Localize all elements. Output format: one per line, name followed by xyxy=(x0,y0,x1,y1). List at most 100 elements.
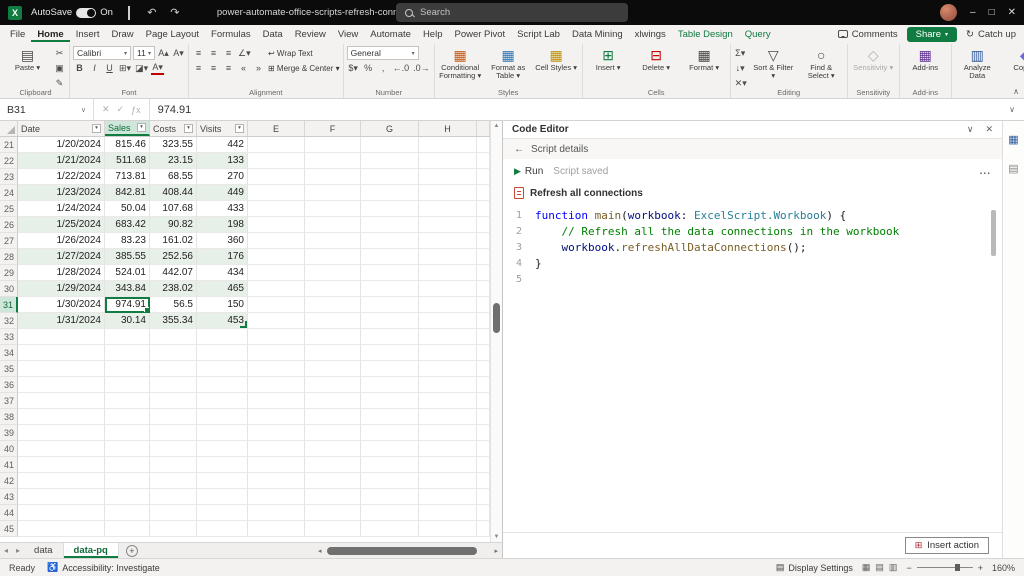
row-header-43[interactable]: 43 xyxy=(0,489,18,505)
cell-sales-33[interactable] xyxy=(105,329,150,345)
cell-costs-28[interactable]: 252.56 xyxy=(150,249,197,265)
cell-g-38[interactable] xyxy=(361,409,419,425)
cell-g-41[interactable] xyxy=(361,457,419,473)
cell-date-32[interactable]: 1/31/2024 xyxy=(18,313,105,329)
ribbon-combo-number-format[interactable]: General▾ xyxy=(347,46,419,60)
cell-date-25[interactable]: 1/24/2024 xyxy=(18,201,105,217)
sheet-nav-left-icon[interactable]: ◂ xyxy=(0,546,12,555)
cell-e-29[interactable] xyxy=(248,265,305,281)
cell-h-24[interactable] xyxy=(419,185,477,201)
filter-button-date[interactable]: ▾ xyxy=(92,124,101,133)
maximize-button[interactable]: □ xyxy=(989,7,995,18)
row-header-45[interactable]: 45 xyxy=(0,521,18,537)
cell-costs-27[interactable]: 161.02 xyxy=(150,233,197,249)
ribbon-button-conditional-formatting[interactable]: ▦Conditional Formatting ▾ xyxy=(438,46,483,81)
ribbon-icon-align-right[interactable]: ≡ xyxy=(222,62,235,75)
cell-h-31[interactable] xyxy=(419,297,477,313)
ribbon-button-delete[interactable]: ⊟Delete ▾ xyxy=(634,46,679,72)
cell-g-43[interactable] xyxy=(361,489,419,505)
cell-e-39[interactable] xyxy=(248,425,305,441)
row-header-39[interactable]: 39 xyxy=(0,425,18,441)
cell-h-37[interactable] xyxy=(419,393,477,409)
column-header-h[interactable]: H xyxy=(419,121,477,136)
cell-date-40[interactable] xyxy=(18,441,105,457)
cell-f-25[interactable] xyxy=(305,201,361,217)
ribbon-tab-table-design[interactable]: Table Design xyxy=(672,27,739,42)
cell-g-36[interactable] xyxy=(361,377,419,393)
cell-f-40[interactable] xyxy=(305,441,361,457)
page-layout-view-icon[interactable]: ▤ xyxy=(875,562,884,573)
cell-costs-34[interactable] xyxy=(150,345,197,361)
cell-costs-39[interactable] xyxy=(150,425,197,441)
ribbon-button-merge-center[interactable]: ⊞ Merge & Center ▾ xyxy=(268,62,340,75)
ribbon-tab-query[interactable]: Query xyxy=(739,27,777,42)
cell-visits-21[interactable]: 442 xyxy=(197,137,248,153)
ribbon-icon-align-left[interactable]: ≡ xyxy=(192,62,205,75)
cell-g-27[interactable] xyxy=(361,233,419,249)
share-button[interactable]: Share▾ xyxy=(907,27,957,42)
cell-f-41[interactable] xyxy=(305,457,361,473)
row-header-21[interactable]: 21 xyxy=(0,137,18,153)
cell-h-39[interactable] xyxy=(419,425,477,441)
code-line-3[interactable]: 3 workbook.refreshAllDataConnections(); xyxy=(503,240,1002,256)
cell-date-38[interactable] xyxy=(18,409,105,425)
cell-costs-22[interactable]: 23.15 xyxy=(150,153,197,169)
script-details-back[interactable]: ← Script details xyxy=(503,139,1002,159)
cell-e-32[interactable] xyxy=(248,313,305,329)
cell-visits-25[interactable]: 433 xyxy=(197,201,248,217)
cell-f-42[interactable] xyxy=(305,473,361,489)
cell-visits-39[interactable] xyxy=(197,425,248,441)
code-line-4[interactable]: 4} xyxy=(503,256,1002,272)
cell-e-44[interactable] xyxy=(248,505,305,521)
row-header-28[interactable]: 28 xyxy=(0,249,18,265)
ribbon-tab-home[interactable]: Home xyxy=(31,27,69,42)
row-header-38[interactable]: 38 xyxy=(0,409,18,425)
panel-close-icon[interactable]: ✕ xyxy=(985,124,993,135)
cell-g-39[interactable] xyxy=(361,425,419,441)
cell-e-45[interactable] xyxy=(248,521,305,537)
cell-date-34[interactable] xyxy=(18,345,105,361)
cell-costs-30[interactable]: 238.02 xyxy=(150,281,197,297)
code-scroll-thumb[interactable] xyxy=(991,210,996,256)
ribbon-combo-font-size[interactable]: 11▾ xyxy=(133,46,155,60)
cell-date-29[interactable]: 1/28/2024 xyxy=(18,265,105,281)
cell-g-24[interactable] xyxy=(361,185,419,201)
scroll-left-icon[interactable]: ◂ xyxy=(318,547,322,555)
ribbon-icon-fill[interactable]: ↓▾ xyxy=(734,62,747,75)
column-header-f[interactable]: F xyxy=(305,121,361,136)
ribbon-button-add-ins[interactable]: ▦Add-ins xyxy=(903,46,948,72)
cell-sales-45[interactable] xyxy=(105,521,150,537)
column-header-date[interactable]: Date▾ xyxy=(18,121,105,136)
cell-h-40[interactable] xyxy=(419,441,477,457)
search-box[interactable]: Search xyxy=(396,3,628,22)
ribbon-icon-align-top[interactable]: ≡ xyxy=(192,47,205,60)
cell-costs-44[interactable] xyxy=(150,505,197,521)
cell-visits-33[interactable] xyxy=(197,329,248,345)
cell-h-22[interactable] xyxy=(419,153,477,169)
ribbon-button-insert[interactable]: ⊞Insert ▾ xyxy=(586,46,631,72)
column-header-g[interactable]: G xyxy=(361,121,419,136)
cell-costs-42[interactable] xyxy=(150,473,197,489)
cell-e-26[interactable] xyxy=(248,217,305,233)
ribbon-tab-data-mining[interactable]: Data Mining xyxy=(566,27,629,42)
ribbon-tab-view[interactable]: View xyxy=(332,27,364,42)
row-header-26[interactable]: 26 xyxy=(0,217,18,233)
ribbon-tab-review[interactable]: Review xyxy=(289,27,332,42)
code-line-1[interactable]: 1function main(workbook: ExcelScript.Wor… xyxy=(503,208,1002,224)
insert-action-button[interactable]: ⊞ Insert action xyxy=(905,537,989,554)
cell-f-44[interactable] xyxy=(305,505,361,521)
cell-sales-23[interactable]: 713.81 xyxy=(105,169,150,185)
row-header-25[interactable]: 25 xyxy=(0,201,18,217)
code-line-5[interactable]: 5 xyxy=(503,272,1002,288)
cell-costs-36[interactable] xyxy=(150,377,197,393)
cell-h-44[interactable] xyxy=(419,505,477,521)
ribbon-icon-decrease-indent[interactable]: « xyxy=(237,62,250,75)
run-button[interactable]: ▶ Run xyxy=(514,166,543,177)
cell-h-38[interactable] xyxy=(419,409,477,425)
cell-sales-22[interactable]: 511.68 xyxy=(105,153,150,169)
cell-f-26[interactable] xyxy=(305,217,361,233)
cell-g-45[interactable] xyxy=(361,521,419,537)
cell-h-28[interactable] xyxy=(419,249,477,265)
ribbon-icon-decrease-font-size[interactable]: A▾ xyxy=(172,47,185,60)
cell-sales-27[interactable]: 83.23 xyxy=(105,233,150,249)
